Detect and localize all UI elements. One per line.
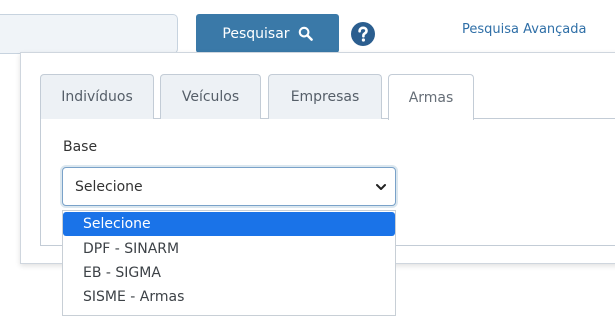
advanced-search-link[interactable]: Pesquisa Avançada: [462, 22, 586, 37]
base-dropdown: Selecione DPF - SINARM EB - SIGMA SISME …: [62, 210, 396, 316]
select-value: Selecione: [75, 178, 143, 195]
tab-veiculos[interactable]: Veículos: [160, 74, 261, 119]
search-icon: [298, 26, 313, 41]
tab-label: Empresas: [290, 89, 360, 105]
tab-label: Veículos: [181, 89, 240, 105]
search-button[interactable]: Pesquisar: [196, 14, 339, 53]
search-input[interactable]: [0, 14, 178, 54]
tab-label: Armas: [408, 89, 454, 106]
base-label: Base: [63, 139, 98, 155]
dropdown-option-selecione[interactable]: Selecione: [63, 212, 395, 236]
dropdown-option-dpf-sinarm[interactable]: DPF - SINARM: [63, 237, 395, 261]
dropdown-option-sisme-armas[interactable]: SISME - Armas: [63, 285, 395, 309]
search-button-label: Pesquisar: [222, 25, 290, 42]
tab-empresas[interactable]: Empresas: [268, 74, 382, 119]
dropdown-option-eb-sigma[interactable]: EB - SIGMA: [63, 261, 395, 285]
base-select[interactable]: Selecione: [62, 167, 396, 206]
tab-individuos[interactable]: Indivíduos: [40, 74, 154, 119]
tab-label: Indivíduos: [61, 89, 133, 105]
chevron-down-icon: [376, 184, 386, 190]
question-circle-icon[interactable]: [351, 22, 375, 46]
tab-armas[interactable]: Armas: [388, 74, 474, 120]
